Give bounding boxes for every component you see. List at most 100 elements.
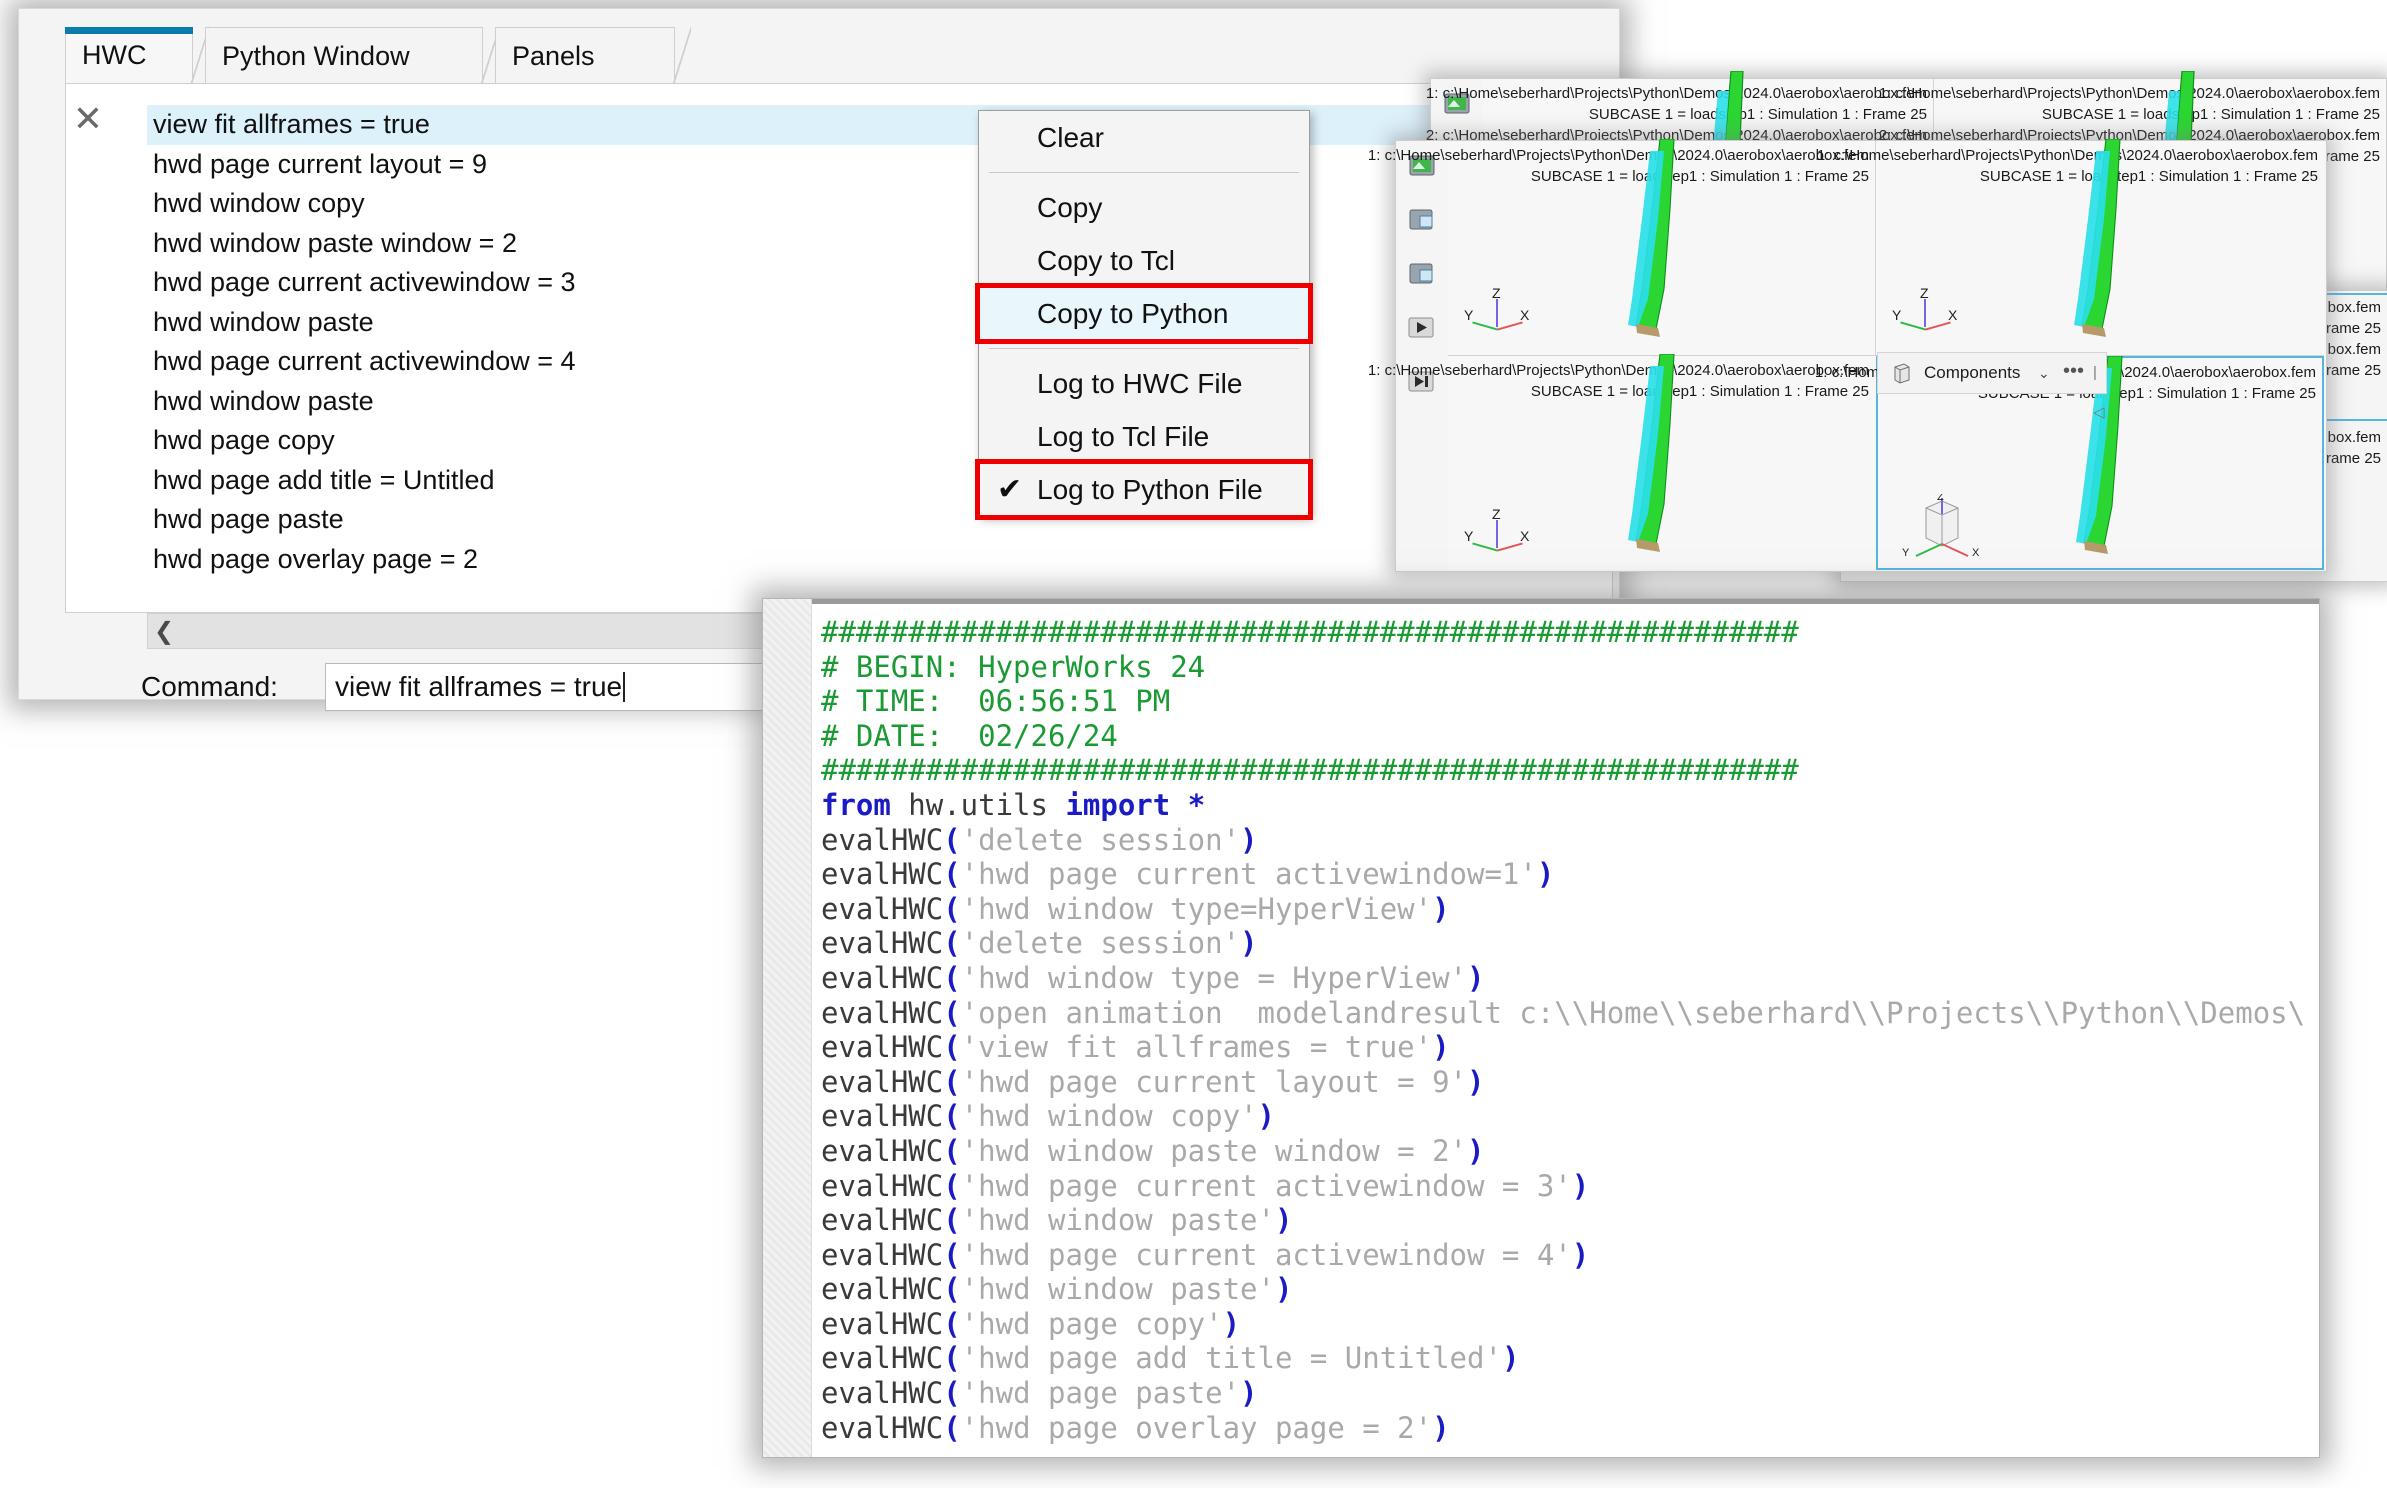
results-icon[interactable]: [1406, 205, 1440, 235]
hv-pane-top-right[interactable]: 1: c:\Home\seberhard\Projects\Python\Dem…: [1817, 139, 2324, 355]
code-token: # DATE: 02/26/24: [821, 718, 1118, 753]
x-axis-line: [1497, 321, 1523, 331]
list-item[interactable]: hwd page paste: [147, 500, 1597, 540]
list-item[interactable]: hwd page current activewindow = 3: [147, 263, 1597, 303]
code-token: ): [1222, 1306, 1241, 1341]
code-token: 'open animation modelandresult c:\\Home\…: [960, 995, 2306, 1030]
tab-hwc[interactable]: HWC: [65, 26, 209, 83]
code-token: from: [821, 787, 891, 822]
code-line: evalHWC('hwd page current activewindow =…: [821, 1238, 2319, 1273]
menu-item-log-to-python-file[interactable]: ✔ Log to Python File: [975, 459, 1313, 520]
command-input-value: view fit allframes = true: [335, 671, 623, 702]
code-token: ): [1501, 1341, 1520, 1376]
scroll-left-icon[interactable]: ❮: [154, 619, 176, 643]
list-item[interactable]: hwd page add title = Untitled: [147, 461, 1597, 501]
code-token: import: [1065, 787, 1171, 822]
code-token: 'hwd page current layout = 9': [960, 1064, 1468, 1099]
menu-item-copy-to-tcl[interactable]: Copy to Tcl: [979, 234, 1309, 287]
components-icon: [1894, 363, 1910, 384]
code-line: evalHWC('hwd window type = HyperView'): [821, 961, 2319, 996]
hyperview-window-front[interactable]: 1: c:\Home\seberhard\Projects\Python\Dem…: [1368, 139, 2327, 574]
y-axis-line: [1472, 542, 1498, 552]
svg-text:X: X: [1972, 547, 1980, 559]
results-2-icon[interactable]: [1406, 259, 1440, 289]
hv-model-label: 1: c:\Home\seberhard\Projects\Python\Dem…: [1368, 145, 1869, 187]
play-icon[interactable]: [1406, 313, 1440, 343]
hv-toolbar[interactable]: [1396, 141, 1448, 571]
x-axis-label: X: [1520, 528, 1530, 544]
code-token: 'hwd page current activewindow = 3': [960, 1168, 1572, 1203]
list-item[interactable]: view fit allframes = true: [147, 105, 1597, 145]
axis-triad: Z Y X: [1892, 283, 1964, 343]
code-token: (: [943, 1237, 961, 1272]
hwc-window: HWC Python Window Panels ✕ view fit allf…: [18, 8, 1620, 711]
axis-triad-cube[interactable]: Z Y X: [1896, 491, 1986, 574]
code-token: (: [943, 1203, 961, 1238]
tab-panels[interactable]: Panels: [495, 27, 691, 84]
menu-item-log-to-tcl-file[interactable]: Log to Tcl File: [979, 410, 1309, 463]
code-token: evalHWC: [821, 1237, 944, 1272]
hv-model-line-1: 1: c:\Home\seberhard\Projects\Python\Dem…: [1367, 362, 1869, 379]
code-token: evalHWC: [821, 1341, 944, 1376]
hv-model-label: 1: c:\Home\seberhard\Projects\Python\Dem…: [1368, 360, 1869, 402]
code-token: evalHWC: [821, 891, 944, 926]
code-line: evalHWC('delete session'): [821, 823, 2319, 858]
list-item[interactable]: hwd page copy: [147, 421, 1597, 461]
hv-pane-top-left[interactable]: 1: c:\Home\seberhard\Projects\Python\Dem…: [1368, 139, 1875, 355]
list-item[interactable]: hwd window paste: [147, 303, 1597, 343]
code-token: evalHWC: [821, 822, 944, 857]
hv-model-line-1-sub: SUBCASE 1 = loadstep1 : Simulation 1 : F…: [1979, 168, 2318, 185]
hv-model-line-1: 1: c:\Home\seberhard\Projects\Python\Dem…: [1878, 85, 2380, 102]
code-token: evalHWC: [821, 995, 944, 1030]
components-toolbar[interactable]: Components ⌄ ••• |◁: [1877, 352, 2107, 421]
code-token: ): [1274, 1203, 1293, 1238]
hv-pane-bottom-left[interactable]: 1: c:\Home\seberhard\Projects\Python\Dem…: [1368, 354, 1875, 570]
x-axis-label: X: [1948, 307, 1958, 323]
hv-model-line-1-sub: SUBCASE 1 = loadstep1 : Simulation 1 : F…: [1530, 168, 1869, 185]
hv-model-line-1-sub: SUBCASE 1 = loadstep1 : Simulation 1 : F…: [2041, 106, 2380, 123]
menu-item-copy-to-python[interactable]: Copy to Python: [975, 283, 1313, 344]
collapse-icon[interactable]: |◁: [2093, 353, 2106, 421]
tab-python-window-label: Python Window: [222, 41, 410, 71]
code-token: 'hwd page add title = Untitled': [960, 1341, 1502, 1376]
code-token: evalHWC: [821, 1168, 944, 1203]
python-code-window[interactable]: ########################################…: [762, 598, 2320, 1458]
overflow-menu-icon[interactable]: •••: [2063, 353, 2084, 393]
code-token: evalHWC: [821, 857, 944, 892]
menu-item-clear-label: Clear: [1037, 122, 1104, 153]
menu-item-copy[interactable]: Copy: [979, 181, 1309, 234]
menu-separator: [989, 348, 1299, 349]
code-token: ): [1571, 1168, 1590, 1203]
code-token: 'hwd page overlay page = 2': [960, 1410, 1433, 1445]
view-cube-icon[interactable]: Z Y X: [1896, 491, 1986, 574]
code-line: ########################################…: [821, 753, 2319, 788]
code-token: (: [943, 1376, 961, 1411]
code-token: (: [943, 1099, 961, 1134]
code-line: evalHWC('hwd page current layout = 9'): [821, 1065, 2319, 1100]
chevron-down-icon[interactable]: ⌄: [2038, 353, 2050, 393]
code-line: evalHWC('hwd page overlay page = 2'): [821, 1411, 2319, 1446]
code-gutter: [763, 599, 812, 1457]
list-item[interactable]: hwd window paste window = 2: [147, 224, 1597, 264]
menu-item-clear[interactable]: Clear: [979, 111, 1309, 164]
code-line: ########################################…: [821, 615, 2319, 650]
code-token: ): [1240, 822, 1258, 857]
code-content[interactable]: ########################################…: [821, 615, 2319, 1445]
code-token: 'hwd page copy': [960, 1306, 1223, 1341]
clear-icon[interactable]: ✕: [71, 102, 105, 139]
code-line: evalHWC('hwd page paste'): [821, 1376, 2319, 1411]
menu-item-log-to-hwc-file[interactable]: Log to HWC File: [979, 357, 1309, 410]
code-token: ): [1467, 1064, 1485, 1099]
context-menu[interactable]: Clear Copy Copy to Tcl Copy to Python Lo…: [975, 110, 1313, 520]
tab-python-window[interactable]: Python Window: [205, 27, 499, 84]
list-item[interactable]: hwd window copy: [147, 184, 1597, 224]
code-token: evalHWC: [821, 1133, 944, 1168]
menu-item-copy-to-tcl-label: Copy to Tcl: [1037, 245, 1175, 276]
list-item[interactable]: hwd page overlay page = 2: [147, 540, 1597, 580]
code-token: # BEGIN: HyperWorks 24: [821, 649, 1206, 684]
code-token: 'hwd page paste': [960, 1376, 1241, 1411]
code-line: from hw.utils import *: [821, 788, 2319, 823]
svg-text:Y: Y: [1902, 547, 1910, 559]
code-token: (: [943, 857, 961, 892]
code-line: evalHWC('hwd window paste'): [821, 1203, 2319, 1238]
